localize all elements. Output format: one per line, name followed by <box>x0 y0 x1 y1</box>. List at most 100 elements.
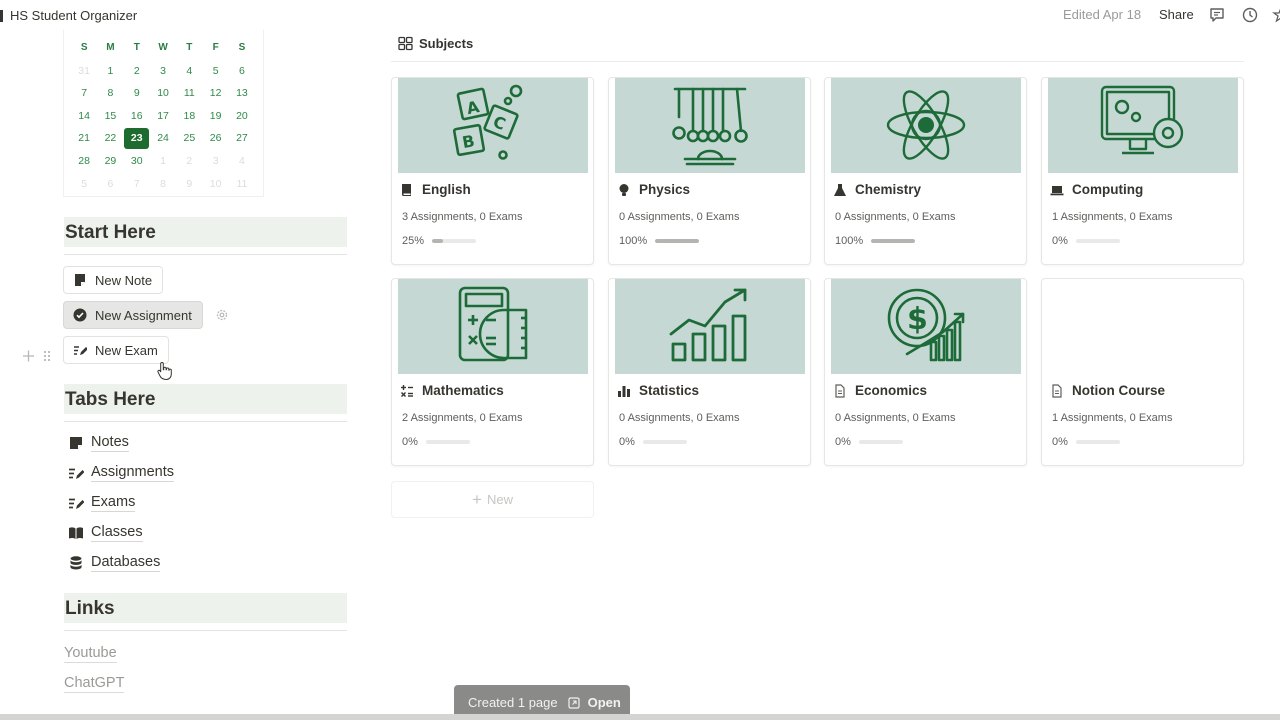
card-cover <box>1048 78 1238 173</box>
calendar-day[interactable]: 31 <box>71 60 97 83</box>
calendar-day[interactable]: 26 <box>202 127 228 150</box>
calendar-day[interactable]: 21 <box>71 127 97 150</box>
progress-bar <box>1075 440 1120 444</box>
card-cover: $ <box>831 279 1021 374</box>
progress-label: 25% <box>402 235 425 247</box>
svg-text:C: C <box>490 112 508 134</box>
calendar-day[interactable]: 19 <box>202 105 228 128</box>
calendar-day[interactable]: 27 <box>229 127 255 150</box>
calendar-day[interactable]: 1 <box>97 60 123 83</box>
calendar-day[interactable]: 25 <box>176 127 202 150</box>
calendar-day[interactable]: 10 <box>202 173 228 196</box>
card-meta: 2 Assignments, 0 Exams <box>402 412 523 424</box>
tab-link-exams[interactable]: Exams <box>68 494 136 512</box>
bar-chart-icon <box>618 385 630 397</box>
calendar-day[interactable]: 17 <box>150 105 176 128</box>
calendar-day[interactable]: 11 <box>176 82 202 105</box>
bottom-scroll-bar <box>0 714 1280 720</box>
calendar-day[interactable]: 29 <box>97 150 123 173</box>
block-drag-handle-icon[interactable] <box>21 348 55 364</box>
calendar-day[interactable]: 15 <box>97 105 123 128</box>
calendar-day[interactable]: 5 <box>202 60 228 83</box>
calendar-day[interactable]: 9 <box>176 173 202 196</box>
edited-timestamp: Edited Apr 18 <box>1063 7 1142 22</box>
subject-card-mathematics[interactable]: Mathematics 2 Assignments, 0 Exams 0% <box>391 278 594 466</box>
calendar-weekday: F <box>212 42 219 53</box>
new-note-label: New Note <box>95 272 153 288</box>
calendar-day[interactable]: 8 <box>150 173 176 196</box>
card-meta: 0 Assignments, 0 Exams <box>835 412 956 424</box>
calendar-day[interactable]: 11 <box>229 173 255 196</box>
calendar-day[interactable]: 28 <box>71 150 97 173</box>
calendar-day[interactable]: 20 <box>229 105 255 128</box>
page-title[interactable]: HS Student Organizer <box>10 8 137 23</box>
calendar-day[interactable]: 5 <box>71 173 97 196</box>
subject-card-statistics[interactable]: Statistics 0 Assignments, 0 Exams 0% <box>608 278 811 466</box>
subject-card-chemistry[interactable]: Chemistry 0 Assignments, 0 Exams 100% <box>824 77 1027 265</box>
calendar-day[interactable]: 22 <box>97 127 123 150</box>
abc-blocks-icon: A C B <box>452 84 523 160</box>
top-bar: HS Student Organizer Edited Apr 18 Share <box>0 0 1280 30</box>
start-here-heading: Start Here <box>64 217 347 247</box>
subject-card-economics[interactable]: $ Economics 0 Assignments, 0 Exams 0% <box>824 278 1027 466</box>
subject-card-computing[interactable]: Computing 1 Assignments, 0 Exams 0% <box>1041 77 1244 265</box>
card-cover <box>831 78 1021 173</box>
calendar-day[interactable]: 3 <box>202 150 228 173</box>
new-exam-button[interactable]: New Exam <box>63 336 169 364</box>
new-assignment-button[interactable]: New Assignment <box>63 301 203 329</box>
tab-link-classes[interactable]: Classes <box>68 524 143 542</box>
button-settings-gear-icon[interactable] <box>215 308 229 322</box>
new-note-button[interactable]: New Note <box>63 266 164 294</box>
link-youtube[interactable]: Youtube <box>64 645 117 663</box>
flask-icon <box>834 183 846 196</box>
calendar-day[interactable]: 4 <box>229 150 255 173</box>
toast-open-button[interactable]: Open <box>568 695 621 710</box>
calendar-weekday: T <box>186 42 193 53</box>
subject-card-physics[interactable]: Physics 0 Assignments, 0 Exams 100% <box>608 77 811 265</box>
calendar-day[interactable]: 7 <box>124 173 150 196</box>
note-icon <box>75 274 85 286</box>
tab-link-notes[interactable]: Notes <box>68 434 129 452</box>
calendar-day[interactable]: 6 <box>97 173 123 196</box>
tab-link-assignments[interactable]: Assignments <box>68 464 175 482</box>
subjects-view-tab[interactable]: Subjects <box>398 36 473 51</box>
calendar-day[interactable]: 13 <box>229 82 255 105</box>
new-subject-button[interactable]: + New <box>391 481 594 518</box>
calendar-weekday: S <box>80 42 88 53</box>
link-chatgpt[interactable]: ChatGPT <box>64 675 125 693</box>
calendar-day[interactable]: 12 <box>202 82 228 105</box>
calendar-day[interactable]: 9 <box>124 82 150 105</box>
calendar-day-today-label: 23 <box>124 128 150 150</box>
calendar-day[interactable]: 3 <box>150 60 176 83</box>
comment-icon[interactable] <box>1208 6 1226 24</box>
calendar-day[interactable]: 8 <box>97 82 123 105</box>
calendar-day[interactable]: 18 <box>176 105 202 128</box>
calendar-day[interactable]: 30 <box>124 150 150 173</box>
card-meta: 1 Assignments, 0 Exams <box>1052 211 1173 223</box>
calendar-day[interactable]: 4 <box>176 60 202 83</box>
history-clock-icon[interactable] <box>1241 6 1259 24</box>
subject-name: Mathematics <box>422 383 504 398</box>
note-icon <box>70 437 82 449</box>
calendar-day[interactable]: 16 <box>124 105 150 128</box>
share-button[interactable]: Share <box>1159 7 1194 22</box>
favorite-star-icon[interactable] <box>1272 6 1280 24</box>
divider <box>64 421 347 422</box>
calendar-day[interactable]: 6 <box>229 60 255 83</box>
calendar-day-today[interactable]: 23 <box>124 127 150 150</box>
subject-card-notion-course[interactable]: Notion Course 1 Assignments, 0 Exams 0% <box>1041 278 1244 466</box>
card-title: Notion Course <box>1050 383 1165 398</box>
toast-message: Created 1 page <box>468 695 558 710</box>
calendar-day[interactable]: 2 <box>124 60 150 83</box>
calendar-day[interactable]: 14 <box>71 105 97 128</box>
progress-label: 0% <box>619 436 635 448</box>
card-meta: 0 Assignments, 0 Exams <box>619 211 740 223</box>
calendar-day[interactable]: 2 <box>176 150 202 173</box>
calendar-day[interactable]: 7 <box>71 82 97 105</box>
calendar-day[interactable]: 24 <box>150 127 176 150</box>
tab-link-databases[interactable]: Databases <box>68 554 161 572</box>
subject-card-english[interactable]: A C B English 3 Assignments, 0 Exams 25% <box>391 77 594 265</box>
calendar-day[interactable]: 10 <box>150 82 176 105</box>
card-progress: 25% <box>402 235 477 247</box>
calendar-day[interactable]: 1 <box>150 150 176 173</box>
